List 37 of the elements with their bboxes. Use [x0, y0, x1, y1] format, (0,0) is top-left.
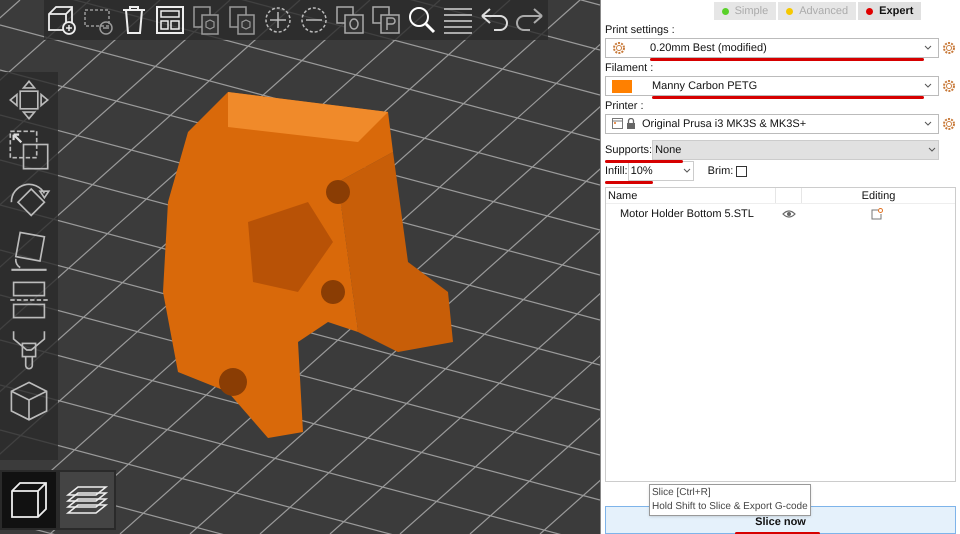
eye-icon[interactable] — [782, 209, 796, 219]
caret-icon — [924, 45, 932, 51]
arrange-icon[interactable] — [154, 4, 186, 36]
add-object-icon[interactable] — [46, 4, 78, 36]
settings-icon[interactable] — [942, 41, 956, 55]
move-icon[interactable] — [7, 78, 51, 122]
dropdown[interactable]: 0.20mm Best (modified) — [605, 38, 939, 58]
split-objects-icon[interactable] — [334, 4, 366, 36]
settings-icon[interactable] — [942, 79, 956, 93]
dropdown[interactable]: Manny Carbon PETG — [605, 76, 939, 96]
field-label: Print settings : — [605, 23, 675, 38]
field-label: Brim: — [708, 164, 734, 179]
column-header: Name — [606, 188, 776, 203]
field-label: Printer : — [605, 99, 644, 114]
tooltip-text: Slice [Ctrl+R] — [652, 486, 712, 500]
checkbox[interactable] — [736, 166, 748, 176]
edit-icon[interactable] — [871, 208, 883, 220]
3d-view-button[interactable] — [2, 472, 56, 528]
dropdown[interactable]: 10% — [628, 161, 694, 181]
settings-icon[interactable] — [942, 117, 956, 131]
search-icon[interactable] — [406, 4, 438, 36]
scale-icon[interactable] — [7, 128, 51, 172]
field-label: Supports: — [605, 142, 652, 158]
field-label: Filament : — [605, 61, 654, 76]
caret-icon — [682, 168, 691, 174]
dropdown[interactable]: None — [652, 140, 940, 160]
mode-tab[interactable]: Expert — [858, 2, 922, 20]
preview-button[interactable] — [60, 472, 114, 528]
caret-icon — [928, 147, 936, 153]
printer-lock-icon — [612, 118, 636, 130]
caret-icon — [924, 83, 932, 89]
split-parts-icon[interactable] — [370, 4, 402, 36]
dropdown[interactable]: Original Prusa i3 MK3S & MK3S+ — [605, 114, 939, 134]
caret-icon — [924, 121, 932, 127]
object-name[interactable]: Motor Holder Bottom 5.STL — [606, 206, 776, 222]
column-header: Editing — [860, 189, 896, 203]
gear-icon — [612, 41, 626, 55]
